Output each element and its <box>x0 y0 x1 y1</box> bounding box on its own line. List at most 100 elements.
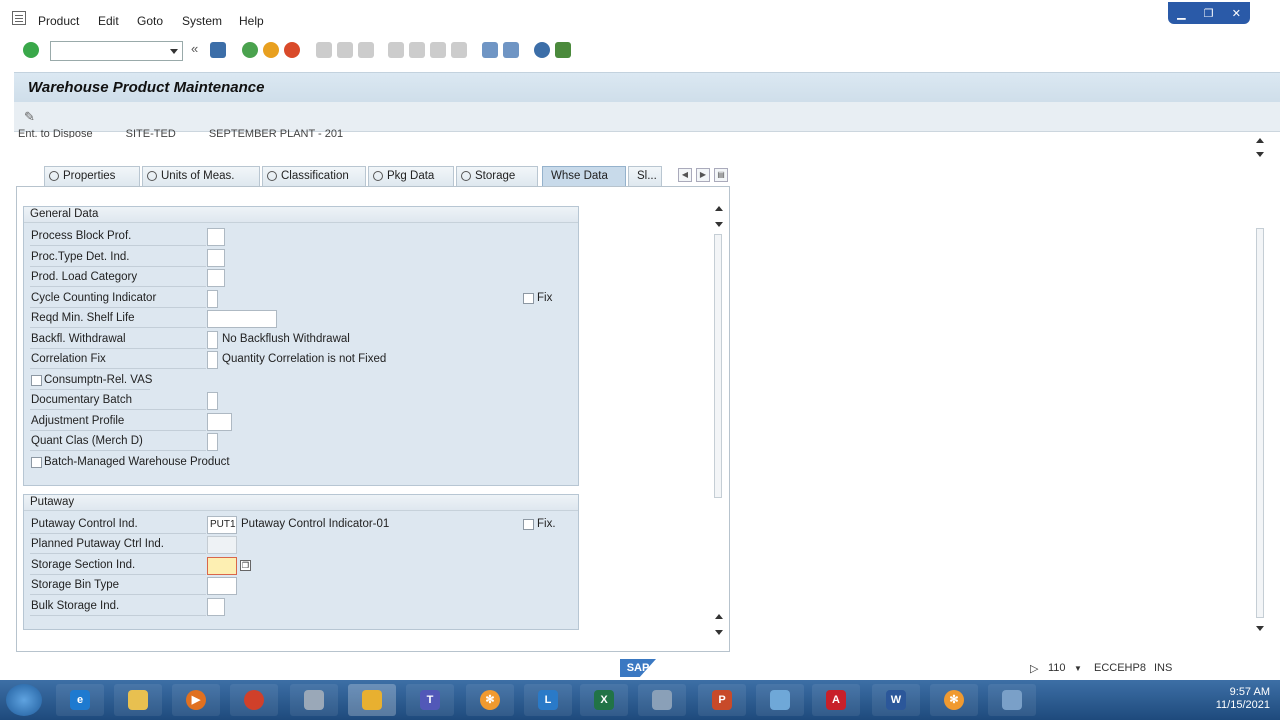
taskbar-powerpoint[interactable]: P <box>698 684 746 716</box>
tab-scroll-left-icon[interactable]: ◀ <box>678 168 692 182</box>
tab-label: Whse Data <box>551 170 608 182</box>
quant-clas-input[interactable] <box>207 433 218 451</box>
scroll-up-icon[interactable] <box>1256 138 1264 143</box>
orange-app-icon: ✻ <box>944 690 964 710</box>
adjustment-profile-input[interactable] <box>207 413 232 431</box>
proc-type-det-ind-input[interactable] <box>207 249 225 267</box>
start-button[interactable] <box>6 684 42 716</box>
tab-label: Pkg Data <box>387 170 435 182</box>
bulk-storage-ind-input[interactable] <box>207 598 225 616</box>
value-help-icon[interactable]: ❐ <box>240 560 251 571</box>
taskbar-lync[interactable]: L <box>524 684 572 716</box>
scroll-down-icon[interactable] <box>715 222 723 227</box>
tab-properties[interactable]: Properties <box>44 166 140 186</box>
system-menu-icon[interactable] <box>12 11 26 25</box>
menu-product[interactable]: Product <box>38 14 79 28</box>
taskbar-calculator[interactable] <box>638 684 686 716</box>
command-field[interactable] <box>50 41 183 61</box>
help-icon[interactable] <box>534 42 550 58</box>
correlation-fix-input[interactable] <box>207 351 218 369</box>
status-expand-icon[interactable]: ▷ <box>1030 662 1038 675</box>
menu-system[interactable]: System <box>182 14 222 28</box>
backfl-withdrawal-label: Backfl. Withdrawal <box>31 333 126 345</box>
taskbar-notepad[interactable] <box>756 684 804 716</box>
tab-units-of-meas[interactable]: Units of Meas. <box>142 166 260 186</box>
menu-help[interactable]: Help <box>239 14 264 28</box>
row-storage-bin-type: Storage Bin Type <box>24 576 578 596</box>
documentary-batch-input[interactable] <box>207 392 218 410</box>
prod-load-category-input[interactable] <box>207 269 225 287</box>
row-adjustment-profile: Adjustment Profile <box>24 412 578 432</box>
scroll-down-icon[interactable] <box>715 630 723 635</box>
tab-storage[interactable]: Storage <box>456 166 538 186</box>
tab-classification[interactable]: Classification <box>262 166 366 186</box>
taskbar-explorer[interactable] <box>114 684 162 716</box>
panel-scrollbar[interactable] <box>711 204 725 640</box>
screen-scrollbar[interactable] <box>1252 136 1266 636</box>
tab-label: Classification <box>281 170 349 182</box>
consumptn-rel-vas-checkbox[interactable] <box>31 375 42 386</box>
reqd-min-shelf-life-input[interactable] <box>207 310 277 328</box>
display-change-icon[interactable]: ✎ <box>24 109 40 125</box>
tab-pkg-data[interactable]: Pkg Data <box>368 166 454 186</box>
menu-edit[interactable]: Edit <box>98 14 119 28</box>
enter-check-icon[interactable] <box>23 42 39 58</box>
consumptn-rel-vas-label: Consumptn-Rel. VAS <box>44 374 153 386</box>
taskbar-teams[interactable]: T <box>406 684 454 716</box>
tab-scroll-right-icon[interactable]: ▶ <box>696 168 710 182</box>
cycle-counting-fix-checkbox[interactable] <box>523 293 534 304</box>
scroll-down-icon[interactable] <box>1256 626 1264 631</box>
row-batch-managed: Batch-Managed Warehouse Product <box>24 453 578 473</box>
tab-sl[interactable]: Sl... <box>628 166 662 186</box>
system-tray[interactable]: 9:57 AM 11/15/2021 <box>1216 686 1270 712</box>
taskbar-tools[interactable] <box>290 684 338 716</box>
tab-whse-data[interactable]: Whse Data <box>542 166 626 186</box>
storage-section-ind-input[interactable] <box>207 557 237 575</box>
close-icon[interactable]: ✕ <box>1232 7 1241 20</box>
taskbar-media[interactable]: ▶ <box>172 684 220 716</box>
taskbar-app-orange-2[interactable]: ✻ <box>930 684 978 716</box>
taskbar-window[interactable] <box>988 684 1036 716</box>
new-session-icon[interactable] <box>482 42 498 58</box>
process-block-prof-input[interactable] <box>207 228 225 246</box>
cycle-counting-indicator-input[interactable] <box>207 290 218 308</box>
back-icon[interactable] <box>242 42 258 58</box>
collapse-icon[interactable]: « <box>191 42 207 58</box>
taskbar-app-orange[interactable]: ✻ <box>466 684 514 716</box>
lync-icon: L <box>538 690 558 710</box>
chevron-down-icon[interactable] <box>170 49 178 54</box>
scroll-up-icon[interactable] <box>715 614 723 619</box>
scroll-down-icon[interactable] <box>1256 152 1264 157</box>
row-backfl-withdrawal: Backfl. Withdrawal No Backflush Withdraw… <box>24 330 578 350</box>
teams-icon: T <box>420 690 440 710</box>
taskbar-sap[interactable] <box>348 684 396 716</box>
customize-layout-icon[interactable] <box>555 42 571 58</box>
minimize-icon[interactable]: ▁ <box>1177 7 1185 20</box>
taskbar-chrome[interactable] <box>230 684 278 716</box>
tab-list-icon[interactable]: ▤ <box>714 168 728 182</box>
save-icon[interactable] <box>210 42 226 58</box>
backfl-withdrawal-input[interactable] <box>207 331 218 349</box>
tab-icon <box>49 171 59 181</box>
storage-bin-type-label: Storage Bin Type <box>31 579 120 591</box>
taskbar-excel[interactable]: X <box>580 684 628 716</box>
batch-managed-checkbox[interactable] <box>31 457 42 468</box>
session-number[interactable]: 110 <box>1048 662 1066 674</box>
taskbar-ie[interactable]: e <box>56 684 104 716</box>
scroll-thumb[interactable] <box>1256 228 1264 618</box>
shortcut-icon[interactable] <box>503 42 519 58</box>
taskbar-word[interactable]: W <box>872 684 920 716</box>
calculator-icon <box>652 690 672 710</box>
cancel-icon[interactable] <box>284 42 300 58</box>
scroll-thumb[interactable] <box>714 234 722 498</box>
menu-goto[interactable]: Goto <box>137 14 163 28</box>
restore-icon[interactable]: ❐ <box>1204 7 1214 20</box>
taskbar-acrobat[interactable]: A <box>812 684 860 716</box>
putaway-fix-checkbox[interactable] <box>523 519 534 530</box>
excel-icon: X <box>594 690 614 710</box>
scroll-up-icon[interactable] <box>715 206 723 211</box>
exit-icon[interactable] <box>263 42 279 58</box>
putaway-control-ind-input[interactable]: PUT1 <box>207 516 237 534</box>
chevron-down-icon[interactable]: ▼ <box>1074 664 1082 673</box>
storage-bin-type-input[interactable] <box>207 577 237 595</box>
